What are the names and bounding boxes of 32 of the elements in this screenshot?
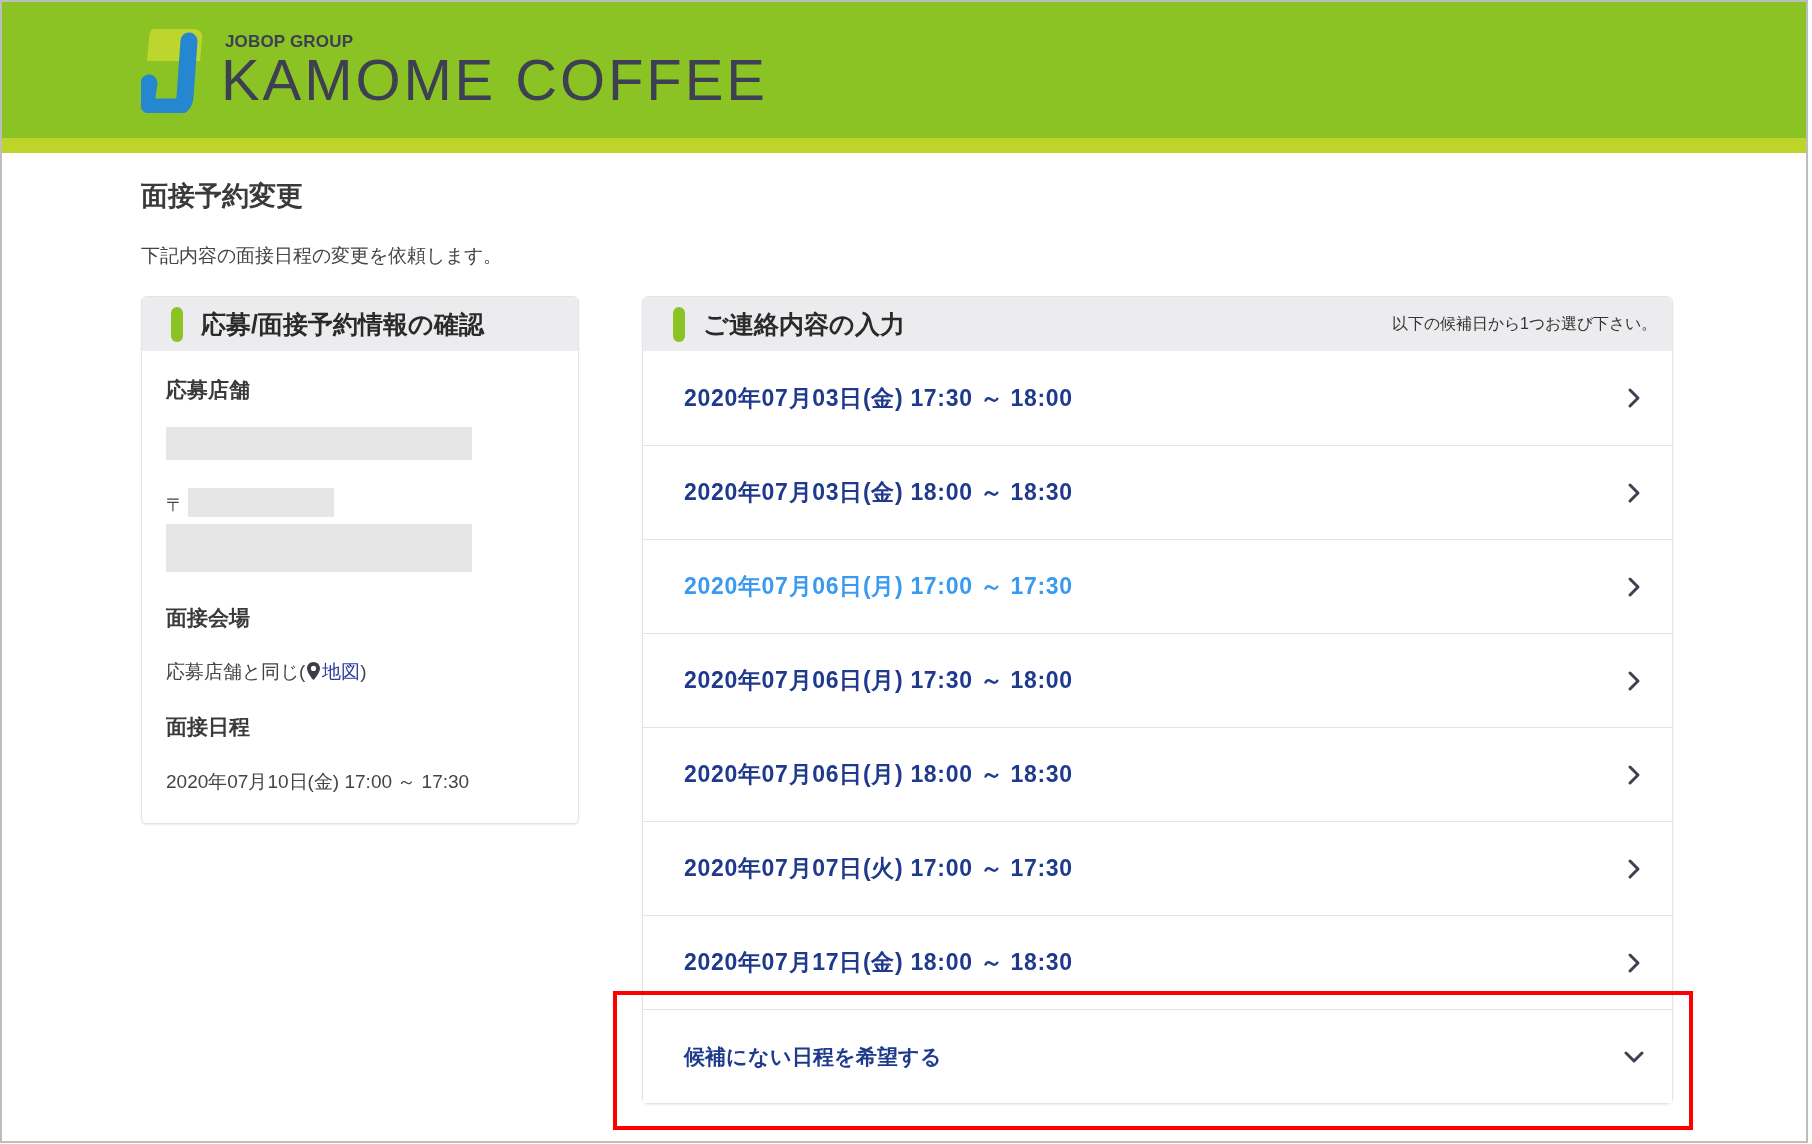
other-date-option[interactable]: 候補にない日程を希望する bbox=[643, 1009, 1672, 1103]
postal-mark: 〒 bbox=[166, 494, 184, 516]
field-label: 応募店舗 bbox=[166, 377, 251, 403]
time-slot-option[interactable]: 2020年07月06日(月) 18:00 ～ 18:30 bbox=[643, 727, 1672, 821]
schedule-text: 2020年07月10日(金) 17:00 ～ 17:30 bbox=[166, 770, 471, 794]
chevron-right-icon bbox=[1627, 387, 1641, 409]
time-slot-option[interactable]: 2020年07月07日(火) 17:00 ～ 17:30 bbox=[643, 821, 1672, 915]
chevron-right-icon bbox=[1627, 857, 1641, 880]
panel-title: ご連絡内容の入力 bbox=[703, 309, 905, 340]
field-label: 面接会場 bbox=[166, 605, 251, 631]
intro-text: 下記内容の面接日程の変更を依頼します。 bbox=[141, 244, 503, 268]
panel-title: 応募/面接予約情報の確認 bbox=[201, 309, 484, 340]
chevron-right-icon bbox=[1627, 669, 1641, 692]
logo-icon bbox=[141, 27, 205, 113]
map-link[interactable]: 地図 bbox=[322, 661, 361, 682]
logo-name-text: KAMOME COFFEE bbox=[221, 52, 768, 108]
venue-text: 応募店舗と同じ( 地図) bbox=[166, 661, 367, 682]
time-slot-option[interactable]: 2020年07月03日(金) 17:30 ～ 18:00 bbox=[643, 351, 1672, 445]
field-label: 面接日程 bbox=[166, 714, 251, 740]
accent-bar-icon bbox=[673, 306, 685, 342]
logo-group-text: JOBOP GROUP bbox=[225, 32, 355, 52]
chevron-right-icon bbox=[1627, 763, 1641, 786]
accent-bar-icon bbox=[171, 306, 183, 342]
page-title: 面接予約変更 bbox=[141, 180, 304, 213]
time-slot-option[interactable]: 2020年07月03日(金) 18:00 ～ 18:30 bbox=[643, 445, 1672, 539]
time-slot-option[interactable]: 2020年07月17日(金) 18:00 ～ 18:30 bbox=[643, 915, 1672, 1009]
chevron-right-icon bbox=[1627, 481, 1641, 504]
chevron-right-icon bbox=[1627, 575, 1641, 598]
chevron-right-icon bbox=[1627, 951, 1641, 974]
map-pin-icon bbox=[307, 662, 321, 680]
instruction-note: 以下の候補日から1つお選び下さい。 bbox=[1392, 314, 1657, 334]
time-slot-option[interactable]: 2020年07月06日(月) 17:30 ～ 18:00 bbox=[643, 633, 1672, 727]
